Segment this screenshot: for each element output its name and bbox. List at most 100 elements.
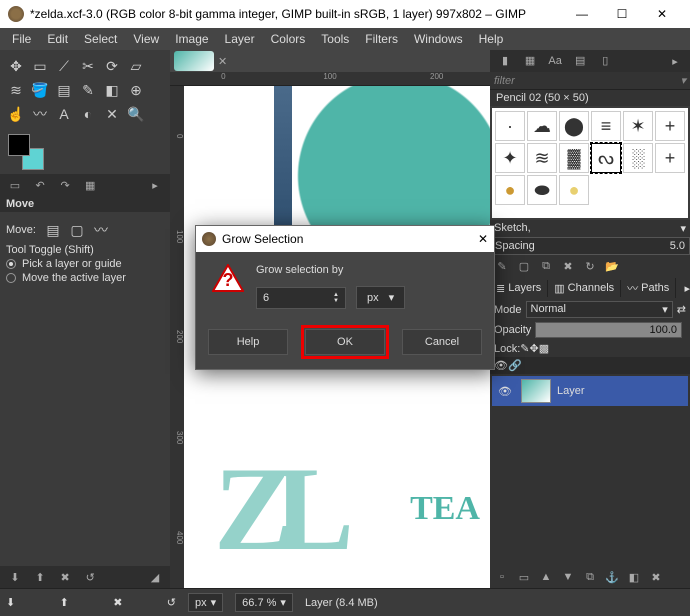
tab-channels[interactable]: ▥Channels <box>548 280 621 297</box>
tab-patterns-icon[interactable]: ▦ <box>521 52 539 70</box>
lock-pixels-icon[interactable]: ✎ <box>520 342 529 355</box>
restore-preset-icon[interactable]: ⬆ <box>31 568 49 586</box>
brush-cell[interactable]: ☁ <box>527 111 557 141</box>
close-tab-icon[interactable]: ✕ <box>218 55 230 67</box>
dock-menu-icon[interactable] <box>666 52 684 70</box>
tab-layers[interactable]: ≣Layers <box>490 280 548 297</box>
eraser-icon[interactable]: ◧ <box>101 79 123 101</box>
move-tool-icon[interactable]: ✥ <box>5 55 27 77</box>
layer-row[interactable]: 👁 Layer <box>492 376 688 406</box>
brush-cell[interactable]: ≋ <box>527 143 557 173</box>
dup-brush-icon[interactable]: ⧉ <box>536 257 556 275</box>
move-selection-icon[interactable]: ▢ <box>66 219 88 241</box>
brush-filter-input[interactable]: filter <box>494 75 515 87</box>
brush-cell[interactable]: ░ <box>623 143 653 173</box>
restore-icon[interactable]: ⬆ <box>60 596 69 609</box>
help-button[interactable]: Help <box>208 329 288 355</box>
menu-tools[interactable]: Tools <box>313 30 357 48</box>
menu-select[interactable]: Select <box>76 30 125 48</box>
delete-layer-icon[interactable]: ✖ <box>646 568 666 586</box>
tab-brushes-icon[interactable]: ▮ <box>496 52 514 70</box>
unit-select[interactable]: px <box>188 593 223 612</box>
spin-down-icon[interactable]: ▼ <box>333 298 339 304</box>
image-tab-thumb[interactable] <box>174 51 214 71</box>
color-picker-icon[interactable]: ◐ <box>77 103 99 125</box>
smudge-icon[interactable]: ☝ <box>5 103 27 125</box>
delete-preset-icon[interactable]: ✖ <box>56 568 74 586</box>
pencil-icon[interactable]: ✎ <box>77 79 99 101</box>
tab-redo-icon[interactable]: ↷ <box>56 176 74 194</box>
cancel-button[interactable]: Cancel <box>402 329 482 355</box>
menu-edit[interactable]: Edit <box>39 30 76 48</box>
maximize-button[interactable]: ☐ <box>602 0 642 28</box>
del-brush-icon[interactable]: ✖ <box>558 257 578 275</box>
delete-icon[interactable]: ✖ <box>113 596 122 609</box>
brush-cell[interactable]: ≡ <box>591 111 621 141</box>
free-select-icon[interactable]: ⟋ <box>53 55 75 77</box>
zoom-icon[interactable]: 🔍 <box>125 103 147 125</box>
menu-windows[interactable]: Windows <box>406 30 471 48</box>
tab-history-icon[interactable]: ▤ <box>571 52 589 70</box>
filter-dropdown-icon[interactable] <box>680 74 686 87</box>
open-brush-icon[interactable]: 📂 <box>602 257 622 275</box>
move-path-icon[interactable]: 〰 <box>90 219 112 241</box>
crop-icon[interactable]: ✂ <box>77 55 99 77</box>
lock-alpha-icon[interactable]: ▩ <box>539 342 549 355</box>
close-window-button[interactable]: ✕ <box>642 0 682 28</box>
brush-cell[interactable]: ✶ <box>623 111 653 141</box>
text-icon[interactable]: A <box>53 103 75 125</box>
unit-select[interactable]: px <box>356 286 405 309</box>
brush-cell[interactable]: ● <box>495 175 525 205</box>
transform-icon[interactable]: ▱ <box>125 55 147 77</box>
tab-image-icon[interactable]: ▦ <box>81 176 99 194</box>
mode-switch-icon[interactable]: ⇄ <box>677 303 686 316</box>
rect-select-icon[interactable]: ▭ <box>29 55 51 77</box>
brush-category-combo[interactable]: Sketch, <box>490 220 690 237</box>
menu-file[interactable]: File <box>4 30 39 48</box>
measure-icon[interactable]: ✕ <box>101 103 123 125</box>
menu-layer[interactable]: Layer <box>217 30 263 48</box>
move-layer-icon[interactable]: ▤ <box>42 219 64 241</box>
dialog-titlebar[interactable]: Grow Selection ✕ <box>196 226 494 252</box>
brush-grid[interactable]: · ☁ ⬤ ≡ ✶ + ✦ ≋ ▓ ᔓ ░ + ● ⬬ ● <box>492 108 688 218</box>
raise-layer-icon[interactable]: ▲ <box>536 568 556 586</box>
new-brush-icon[interactable]: ▢ <box>514 257 534 275</box>
dup-layer-icon[interactable]: ⧉ <box>580 568 600 586</box>
edit-brush-icon[interactable]: ✎ <box>492 257 512 275</box>
brush-cell[interactable]: ▓ <box>559 143 589 173</box>
layer-name[interactable]: Layer <box>557 385 585 397</box>
color-swatch[interactable] <box>8 134 44 170</box>
tab-undo-icon[interactable]: ↶ <box>31 176 49 194</box>
grow-amount-input[interactable]: 6 ▲▼ <box>256 287 346 309</box>
lock-position-icon[interactable]: ✥ <box>530 342 539 355</box>
close-dialog-icon[interactable]: ✕ <box>478 232 488 246</box>
mode-select[interactable]: Normal <box>526 301 673 318</box>
path-icon[interactable]: 〰 <box>29 103 51 125</box>
reset-preset-icon[interactable]: ↺ <box>81 568 99 586</box>
save-icon[interactable]: ⬇ <box>6 596 15 609</box>
dock-menu-icon[interactable] <box>146 176 164 194</box>
zoom-select[interactable]: 66.7 % <box>235 593 293 612</box>
mask-layer-icon[interactable]: ◧ <box>624 568 644 586</box>
radio-pick-layer[interactable] <box>6 259 16 269</box>
new-layer-icon[interactable]: ▫ <box>492 568 512 586</box>
refresh-brush-icon[interactable]: ↻ <box>580 257 600 275</box>
radio-move-active[interactable] <box>6 273 16 283</box>
brush-cell[interactable]: + <box>655 143 685 173</box>
menu-view[interactable]: View <box>125 30 167 48</box>
tab-fonts-icon[interactable]: Aa <box>546 52 564 70</box>
reset-icon[interactable]: ↺ <box>167 596 176 609</box>
brush-cell[interactable]: ⬤ <box>559 111 589 141</box>
lower-layer-icon[interactable]: ▼ <box>558 568 578 586</box>
bucket-icon[interactable]: 🪣 <box>29 79 51 101</box>
minimize-button[interactable]: — <box>562 0 602 28</box>
eye-icon[interactable]: 👁 <box>495 385 515 398</box>
menu-help[interactable]: Help <box>471 30 512 48</box>
ok-button[interactable]: OK <box>305 329 385 355</box>
brush-cell[interactable]: + <box>655 111 685 141</box>
menu-colors[interactable]: Colors <box>263 30 314 48</box>
warp-icon[interactable]: ≋ <box>5 79 27 101</box>
tab-doc-icon[interactable]: ▯ <box>596 52 614 70</box>
brush-cell-selected[interactable]: ᔓ <box>591 143 621 173</box>
brush-cell[interactable]: ● <box>559 175 589 205</box>
